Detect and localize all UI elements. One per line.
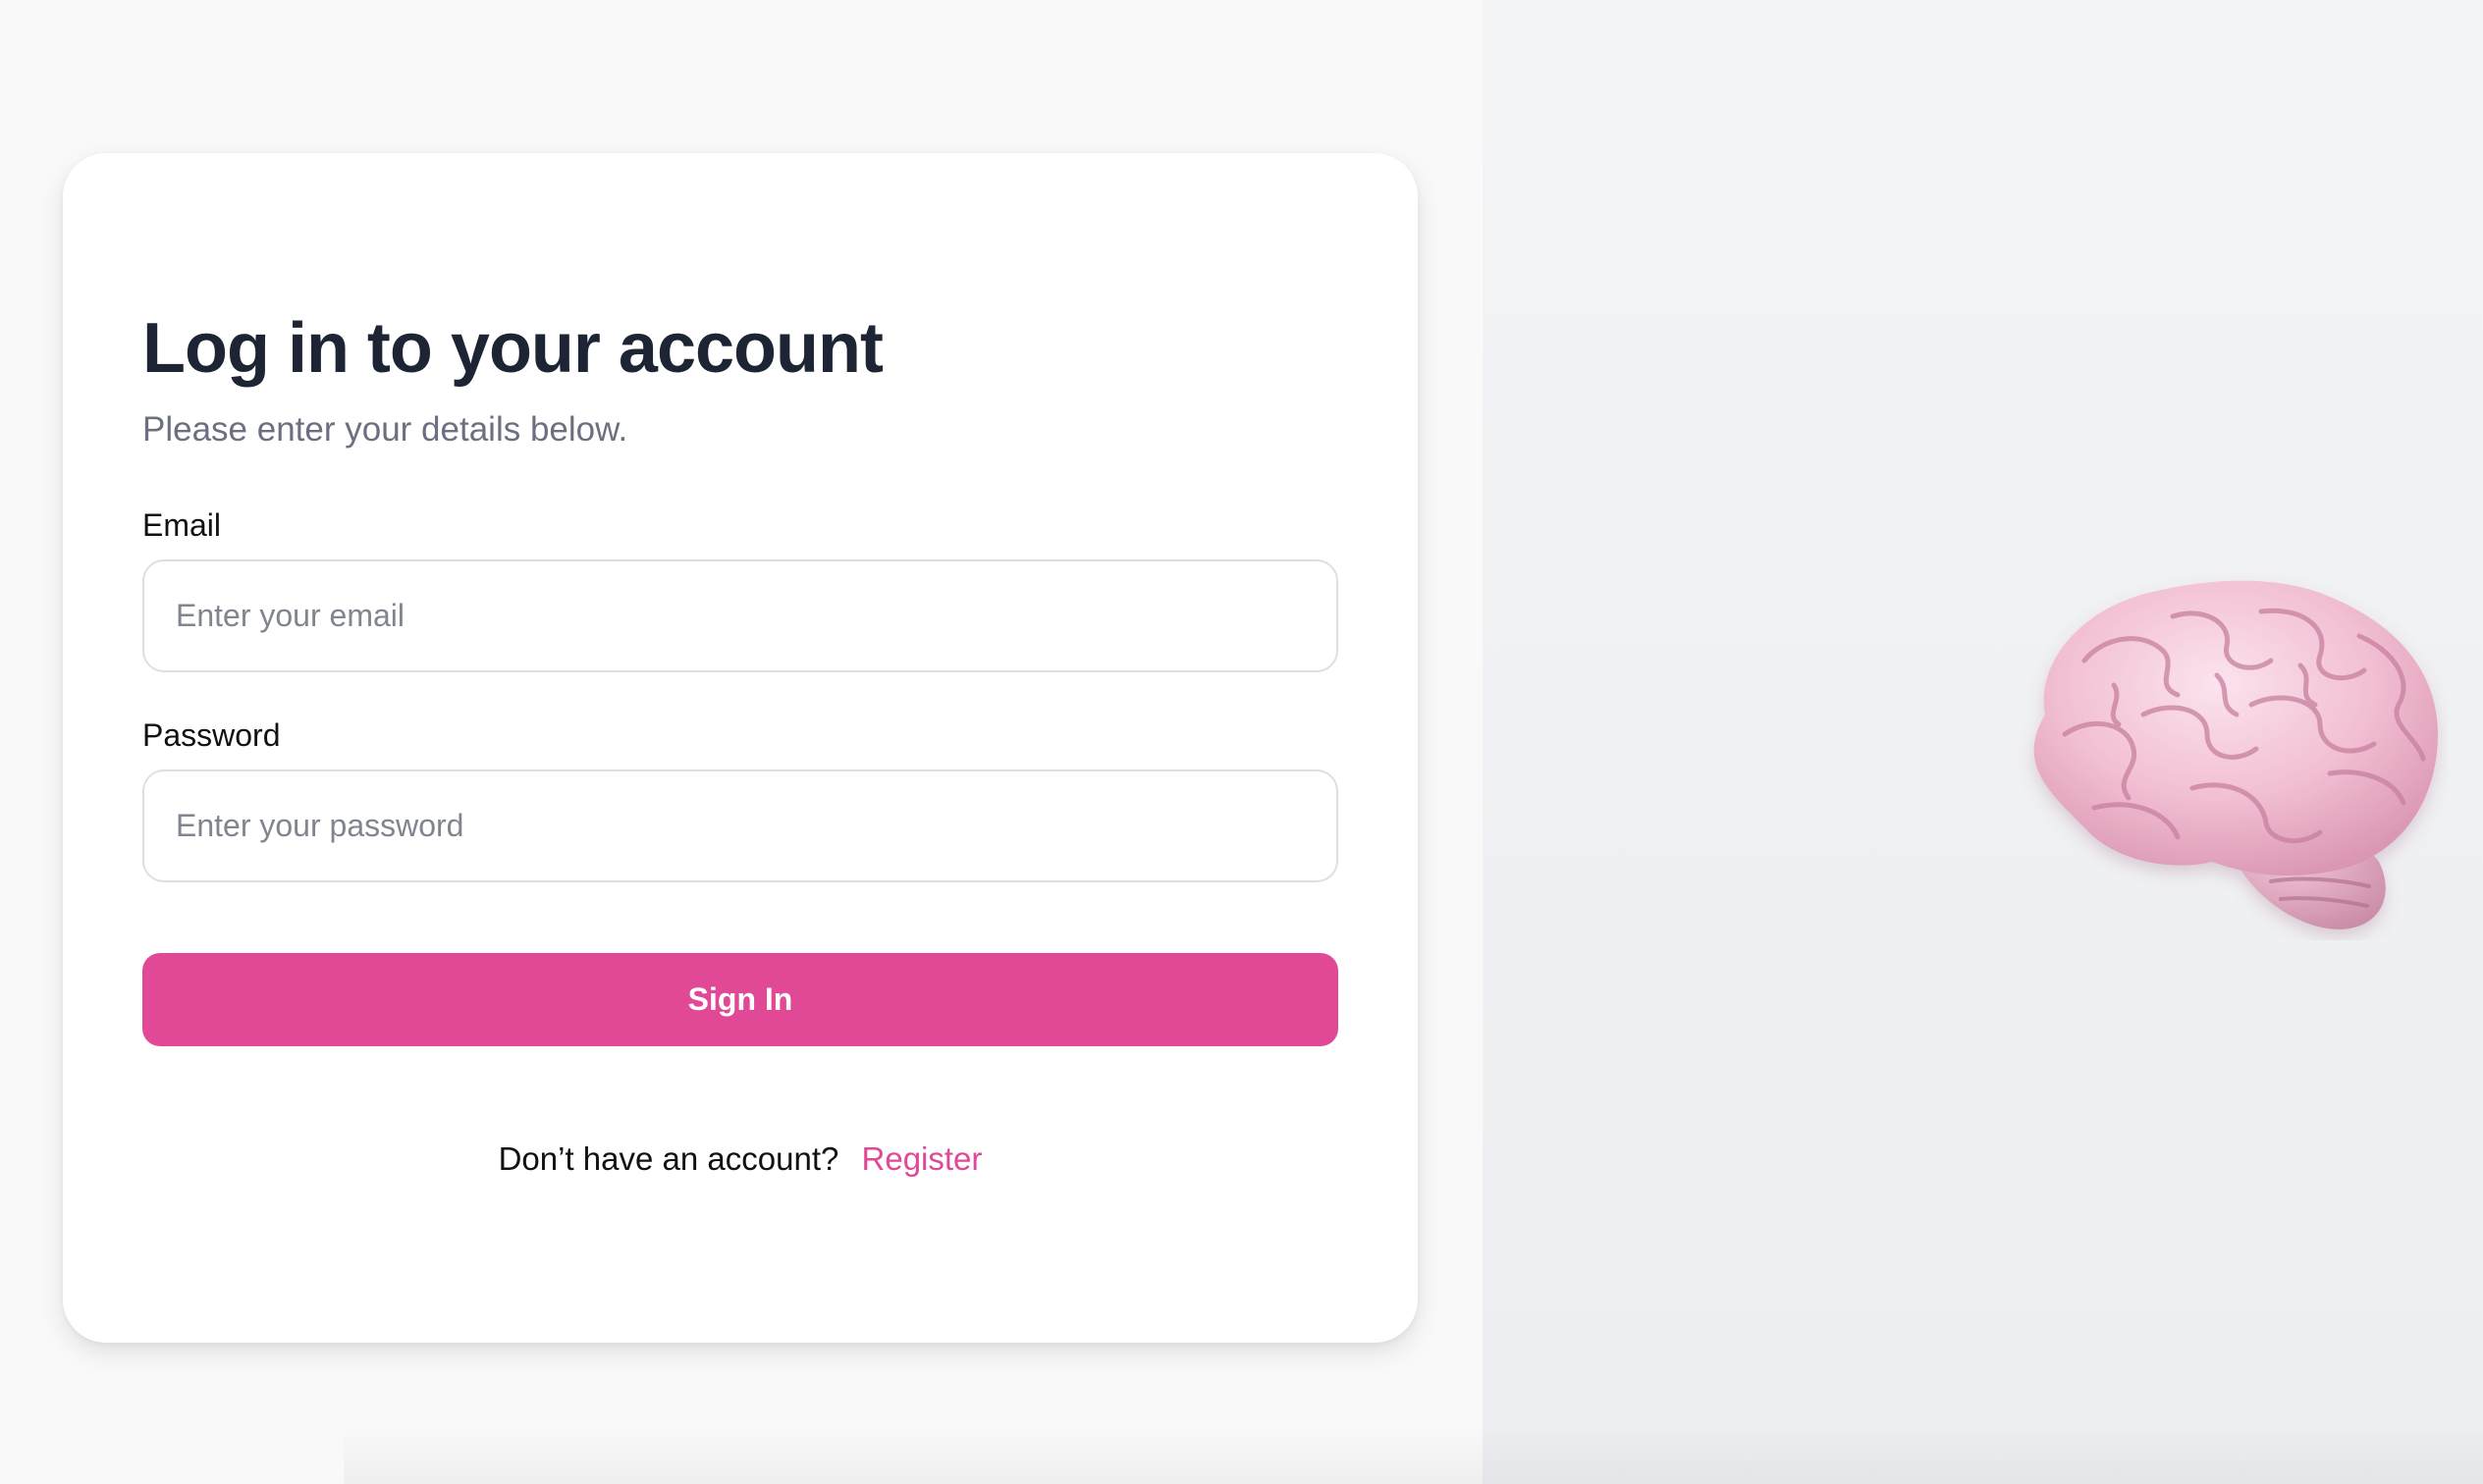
register-row: Don’t have an account? Register bbox=[142, 1140, 1338, 1178]
illustration-pane bbox=[1483, 0, 2483, 1484]
password-field[interactable] bbox=[142, 769, 1338, 883]
email-label: Email bbox=[142, 507, 222, 544]
page-title: Log in to your account bbox=[142, 309, 884, 388]
page-subtitle: Please enter your details below. bbox=[142, 410, 628, 450]
login-pane: Log in to your account Please enter your… bbox=[0, 0, 1483, 1484]
login-card: Log in to your account Please enter your… bbox=[63, 153, 1418, 1343]
password-label: Password bbox=[142, 717, 281, 754]
register-link[interactable]: Register bbox=[862, 1140, 983, 1177]
email-field[interactable] bbox=[142, 559, 1338, 673]
login-page: Log in to your account Please enter your… bbox=[0, 0, 2483, 1484]
sign-in-button[interactable]: Sign In bbox=[142, 953, 1338, 1047]
brain-icon bbox=[2033, 580, 2438, 929]
register-prompt: Don’t have an account? bbox=[498, 1140, 839, 1178]
login-form: Log in to your account Please enter your… bbox=[142, 309, 1338, 1178]
